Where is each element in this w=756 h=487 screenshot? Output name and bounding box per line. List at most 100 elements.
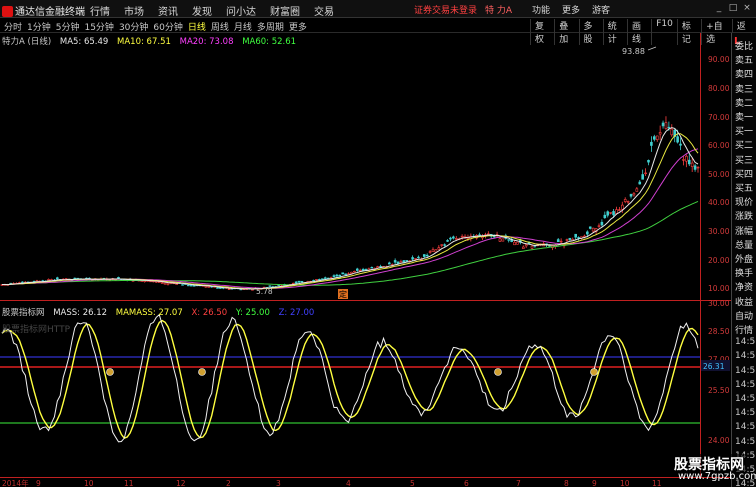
candle-body: [428, 251, 432, 253]
quote-field[interactable]: 14:5: [735, 408, 755, 418]
quote-field[interactable]: 外盘: [735, 252, 753, 265]
candle-body: [414, 258, 417, 260]
quote-field[interactable]: 卖一: [735, 110, 753, 123]
candle-body: [411, 257, 414, 260]
mass-value: MASS: 26.12: [53, 308, 108, 318]
candle-body: [521, 246, 525, 249]
quote-field[interactable]: 行情: [735, 323, 753, 336]
candle-body: [638, 181, 642, 185]
current-indicator-value: 26.31: [703, 362, 725, 371]
quote-field[interactable]: 14:5: [735, 394, 755, 404]
candle-body: [370, 267, 374, 269]
candle-body: [597, 225, 601, 227]
candle-body: [524, 244, 528, 247]
candle-body: [422, 254, 426, 257]
candle-body: [568, 237, 572, 240]
ma10-line: [2, 133, 699, 290]
candle-body: [658, 132, 662, 135]
quote-field[interactable]: 买二: [735, 138, 753, 151]
close-icon[interactable]: ×: [740, 3, 754, 13]
candle-body: [163, 282, 167, 285]
candle-body: [623, 199, 627, 202]
quote-field[interactable]: 14:5: [735, 380, 755, 390]
candle-body: [620, 204, 624, 210]
quote-field[interactable]: 涨幅: [735, 224, 753, 237]
date-tick: 9: [592, 479, 597, 487]
candle-body: [606, 211, 610, 216]
quote-field[interactable]: 14:5: [735, 422, 755, 432]
chart-area[interactable]: 90.00 80.00 70.00 60.00 50.00 40.00 30.0…: [0, 0, 731, 487]
candle-body: [682, 159, 685, 161]
ma20-value: MA20: 73.08: [179, 37, 234, 47]
quote-field[interactable]: 买三: [735, 153, 753, 166]
quote-field[interactable]: 买一: [735, 124, 753, 137]
candle-body: [454, 238, 458, 240]
date-tick: 12: [176, 479, 186, 487]
candle-body: [478, 234, 481, 236]
candle-body: [516, 241, 519, 245]
quote-field[interactable]: 买五: [735, 181, 753, 194]
quote-field[interactable]: 14:5: [735, 351, 755, 361]
quote-field[interactable]: 现价: [735, 195, 753, 208]
quote-field[interactable]: 收益: [735, 295, 753, 308]
price-axis: 90.00 80.00 70.00 60.00 50.00 40.00 30.0…: [708, 55, 730, 293]
candle-body: [565, 239, 569, 241]
candle-body: [332, 275, 336, 278]
quote-side-panel: L 委比 卖五 卖四 卖三 卖二 卖一 买一 买二 买三 买四 买五 现价 涨跌 涨幅 总量 外盘 换手 净资 收益…: [731, 33, 756, 487]
quote-field[interactable]: 换手: [735, 266, 753, 279]
ma60-value: MA60: 52.61: [242, 37, 297, 47]
mark-flag-label: 定: [339, 289, 347, 299]
candle-body: [219, 287, 222, 289]
signal-marker-icon: [198, 368, 206, 376]
candle-body: [437, 247, 441, 250]
candle-body: [513, 241, 516, 246]
chart-title: 特力A (日线): [2, 37, 52, 47]
quote-field[interactable]: 买四: [735, 167, 753, 180]
candle-body: [353, 270, 356, 273]
quote-field[interactable]: 卖二: [735, 96, 753, 109]
date-tick: 7: [516, 479, 521, 487]
candle-body: [591, 227, 595, 232]
x-value: X: 26.50: [191, 308, 228, 318]
candle-body: [687, 159, 691, 165]
candle-body: [588, 226, 592, 229]
price-tick: 80.00: [708, 84, 730, 93]
candle-body: [609, 212, 612, 214]
quote-field[interactable]: 卖五: [735, 53, 753, 66]
quote-field[interactable]: 卖四: [735, 67, 753, 80]
high-marker: [647, 46, 657, 51]
quote-field[interactable]: 净资: [735, 280, 753, 293]
quote-field[interactable]: 涨跌: [735, 209, 753, 222]
ma20-line: [2, 148, 699, 289]
high-price-label: 93.88: [622, 47, 645, 56]
quote-field[interactable]: 14:5: [735, 366, 755, 376]
candle-body: [431, 249, 435, 252]
candle-body: [297, 280, 301, 283]
mamass-line: [1, 319, 699, 440]
date-tick: 4: [346, 479, 351, 487]
quote-field[interactable]: 总量: [735, 238, 753, 251]
indicator-tick: 24.00: [708, 436, 730, 445]
candle-body: [600, 221, 604, 226]
candle-body: [402, 260, 406, 263]
candle-body: [321, 278, 324, 280]
quote-field[interactable]: 委比: [735, 39, 753, 52]
quote-field[interactable]: 14:5: [735, 337, 755, 347]
candle-body: [117, 277, 120, 279]
quote-field[interactable]: 卖三: [735, 82, 753, 95]
indicator-axis: 30.00 28.50 27.00 26.31 25.50 24.00: [701, 299, 730, 445]
date-tick: 8: [564, 479, 569, 487]
candle-body: [160, 282, 164, 284]
quote-field[interactable]: 自动: [735, 309, 753, 322]
candle-body: [693, 165, 697, 170]
date-tick: 6: [464, 479, 469, 487]
indicator-title: 股票指标网: [2, 308, 45, 318]
candle-body: [379, 265, 382, 268]
candle-body: [300, 280, 304, 283]
price-tick: 30.00: [708, 227, 730, 236]
quote-field[interactable]: 14:5: [735, 437, 755, 447]
candle-body: [685, 155, 688, 162]
candle-body: [446, 240, 449, 242]
date-tick: 11: [652, 479, 662, 487]
candle-body: [396, 261, 400, 264]
